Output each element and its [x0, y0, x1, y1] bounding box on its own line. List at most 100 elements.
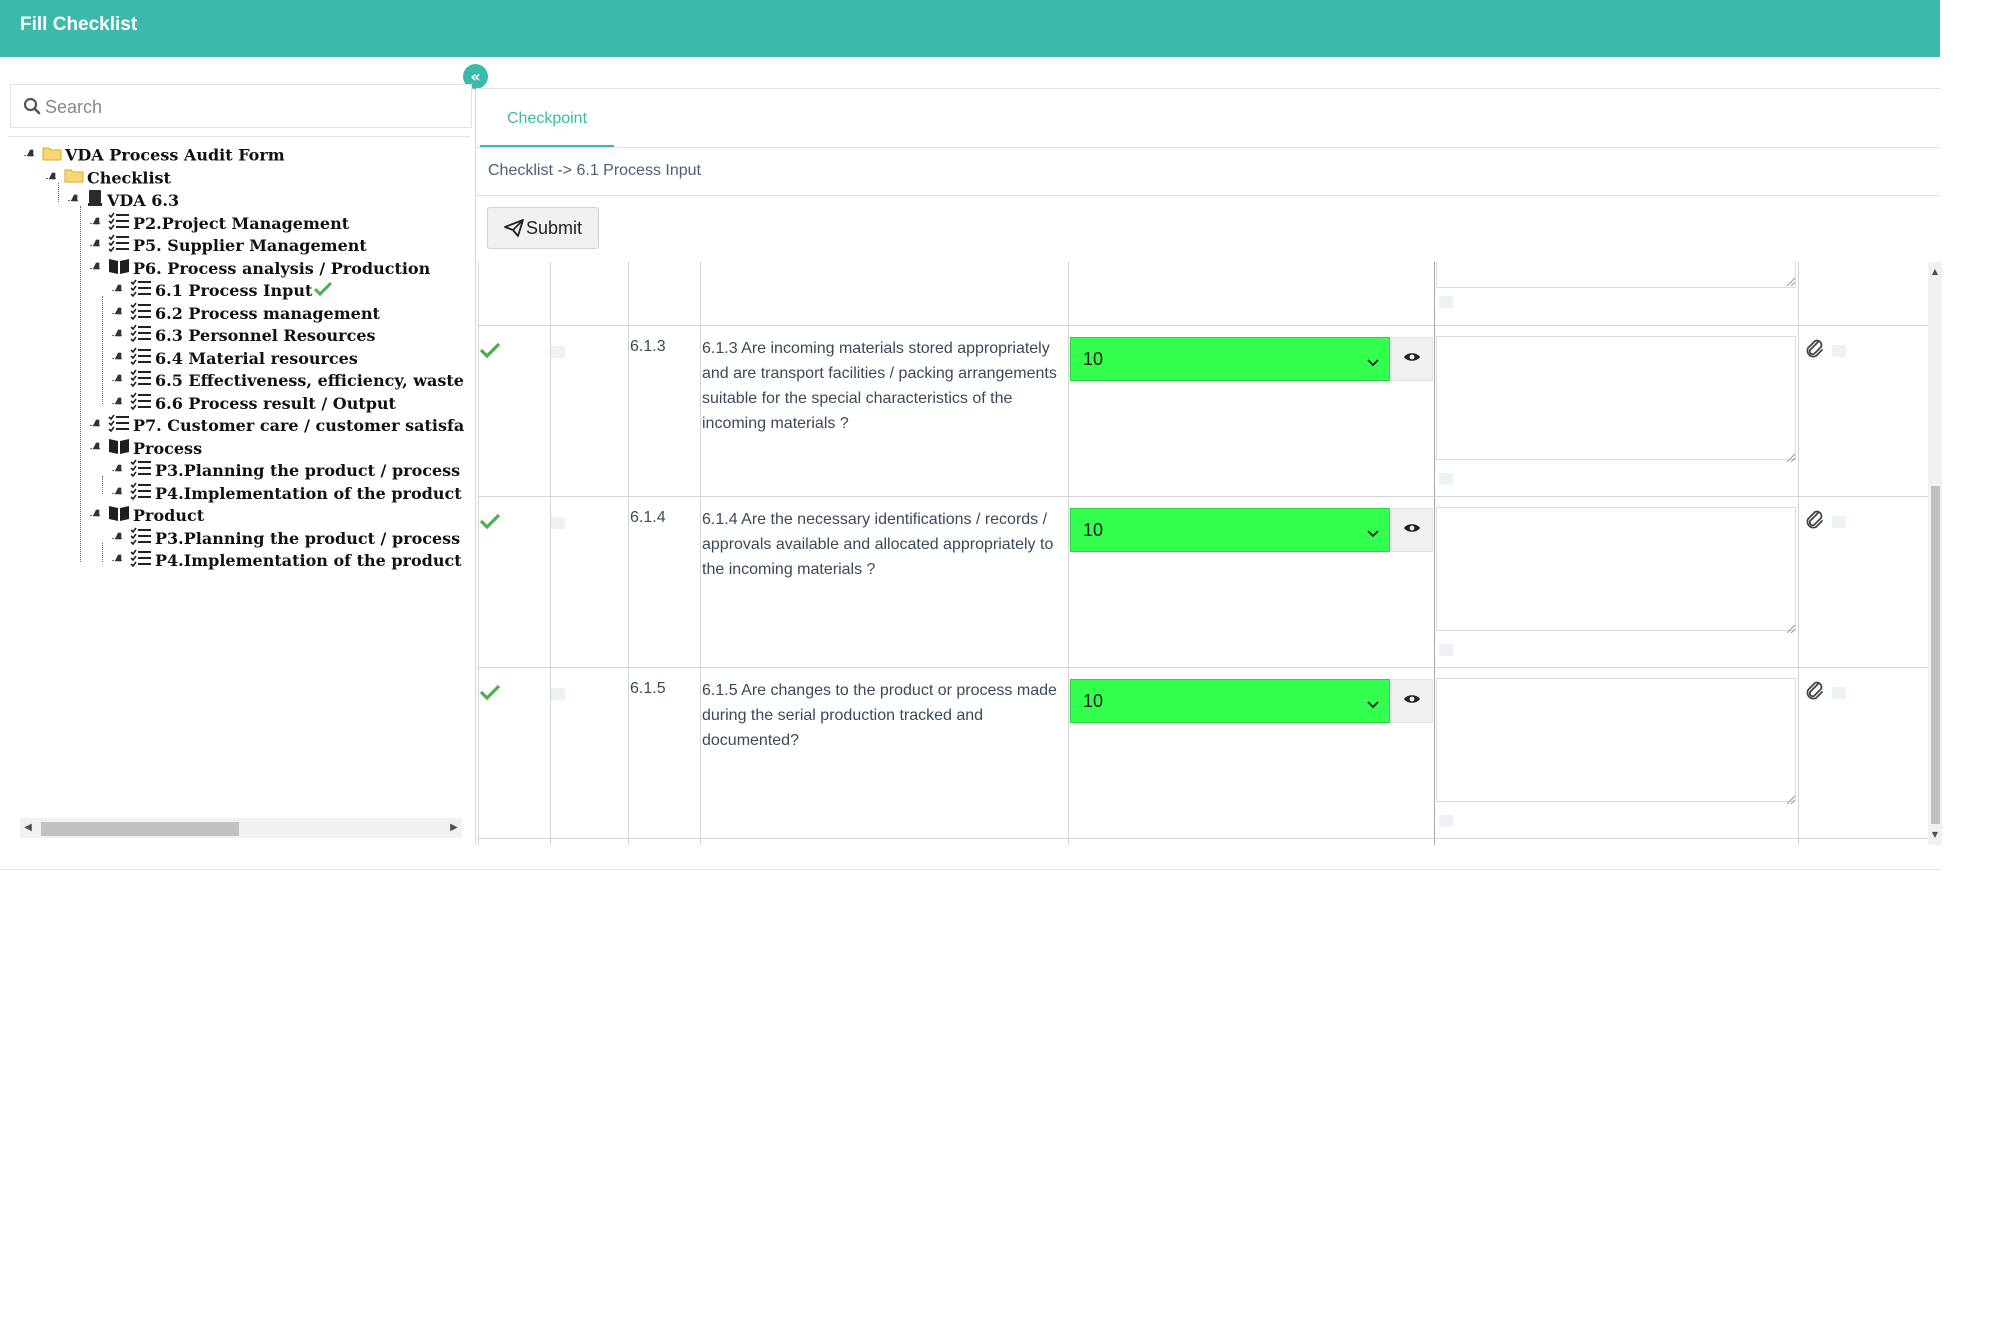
tree-item-p5-supplier-management[interactable]: P5. Supplier Management [108, 234, 367, 256]
resize-grip-icon[interactable] [1785, 620, 1796, 638]
tree-item-6-5-effectiveness-efficiency-waste[interactable]: 6.5 Effectiveness, efficiency, waste [130, 369, 464, 391]
divider [8, 136, 470, 137]
tree-item-p2-project-management[interactable]: P2.Project Management [108, 212, 349, 234]
tree-toggle-icon[interactable] [114, 487, 122, 494]
tree-search [10, 84, 472, 128]
tree-item-checklist[interactable]: Checklist [64, 167, 171, 189]
tree-toggle-icon[interactable] [92, 419, 100, 427]
tree-toggle-icon[interactable] [114, 464, 122, 472]
checklist-icon [130, 324, 152, 348]
sidebar-divider [475, 89, 476, 845]
paperclip-icon[interactable] [1804, 509, 1826, 536]
table-vertical-scrollbar[interactable]: ▲ ▼ [1928, 262, 1942, 845]
scrollbar-thumb[interactable] [41, 822, 239, 836]
tree-toggle-icon[interactable] [92, 262, 100, 269]
resize-grip-icon[interactable] [1785, 449, 1796, 467]
scroll-up-icon[interactable]: ▲ [1928, 266, 1942, 278]
tree-item-label: VDA Process Audit Form [65, 145, 285, 165]
tree-item-label: P3.Planning the product / process [155, 528, 461, 548]
tree-toggle-icon[interactable] [92, 442, 100, 449]
divider [476, 147, 1940, 148]
tree-item-6-3-personnel-resources[interactable]: 6.3 Personnel Resources [130, 324, 376, 346]
tree-item-product[interactable]: Product [108, 504, 204, 526]
status-indicator [551, 346, 565, 358]
tree-item-label: P6. Process analysis / Production [133, 258, 431, 278]
tree-toggle-icon[interactable] [26, 149, 34, 157]
open-book-icon [108, 504, 130, 528]
tree-item-label: Checklist [87, 168, 171, 187]
tree-toggle-icon[interactable] [114, 329, 122, 337]
checkpoint-code: 6.1.3 [630, 338, 666, 355]
paperclip-icon[interactable] [1804, 680, 1826, 707]
tree-item-label: 6.1 Process Input [155, 281, 313, 300]
attachment-indicator [1832, 687, 1846, 699]
tree-toggle-icon[interactable] [114, 397, 122, 404]
tab-checkpoint[interactable]: Checkpoint [480, 93, 614, 147]
view-button[interactable] [1391, 337, 1433, 381]
paperclip-icon[interactable] [1804, 338, 1826, 365]
checklist-icon [130, 302, 152, 326]
tree-horizontal-scrollbar[interactable]: ◀ ▶ [20, 818, 462, 838]
remark-textarea[interactable] [1436, 507, 1796, 631]
tree-toggle-icon[interactable] [114, 554, 122, 562]
tree-item-label: VDA 6.3 [107, 191, 180, 210]
tree-toggle-icon[interactable] [48, 172, 56, 179]
resize-grip-icon[interactable] [1785, 791, 1796, 809]
tree-toggle-icon[interactable] [92, 239, 100, 247]
status-indicator [551, 688, 565, 700]
remark-textarea[interactable] [1436, 336, 1796, 460]
tree-item-6-2-process-management[interactable]: 6.2 Process management [130, 302, 380, 324]
checklist-icon [130, 347, 152, 371]
remark-textarea[interactable] [1436, 678, 1796, 802]
tree-toggle-icon[interactable] [114, 307, 122, 314]
tree-toggle-icon[interactable] [114, 532, 122, 539]
tree-item-6-6-process-result-output[interactable]: 6.6 Process result / Output [130, 392, 396, 414]
search-input[interactable] [43, 91, 467, 123]
scroll-down-icon[interactable]: ▼ [1928, 829, 1942, 841]
tree-toggle-icon[interactable] [92, 217, 100, 224]
tree-toggle-icon[interactable] [70, 194, 78, 202]
remark-textarea-partial[interactable] [1436, 262, 1796, 288]
score-select[interactable]: 10 [1070, 337, 1390, 381]
view-button[interactable] [1391, 679, 1433, 723]
tree-item-p7-customer-care-customer-satisfa[interactable]: P7. Customer care / customer satisfa [108, 414, 464, 436]
score-select[interactable]: 10 [1070, 679, 1390, 723]
tree-item-p4-implementation-of-the-product[interactable]: P4.Implementation of the product [130, 549, 462, 571]
checklist-icon [108, 414, 130, 438]
tree-item-label: Process [133, 438, 203, 458]
tree-item-p3-planning-the-product-process[interactable]: P3.Planning the product / process [130, 527, 460, 549]
eye-icon [1403, 350, 1421, 368]
scroll-left-icon[interactable]: ◀ [22, 821, 34, 835]
divider [0, 869, 1940, 870]
tree-item-vda-6-3[interactable]: VDA 6.3 [86, 189, 179, 211]
table-row [478, 262, 1928, 326]
tree-item-p4-implementation-of-the-product[interactable]: P4.Implementation of the product [130, 482, 462, 504]
scrollbar-thumb[interactable] [1931, 486, 1940, 824]
tree-item-label: P4.Implementation of the product [155, 483, 462, 503]
tree-item-vda-process-audit-form[interactable]: VDA Process Audit Form [42, 144, 285, 166]
attachment-indicator [1832, 516, 1846, 528]
checklist-icon [130, 527, 152, 551]
chevron-down-icon [1367, 352, 1379, 373]
checkpoint-code: 6.1.5 [630, 680, 666, 697]
tree-item-p6-process-analysis-production[interactable]: P6. Process analysis / Production [108, 257, 430, 279]
tree-item-label: P4.Implementation of the product [155, 551, 462, 570]
divider [476, 88, 1940, 89]
remark-indicator [1439, 815, 1453, 827]
tree-toggle-icon[interactable] [114, 352, 122, 359]
tree-toggle-icon[interactable] [114, 284, 122, 292]
tree-item-6-4-material-resources[interactable]: 6.4 Material resources [130, 347, 358, 369]
tree-item-label: 6.3 Personnel Resources [155, 326, 376, 345]
tree-item-6-1-process-input[interactable]: 6.1 Process Input [130, 279, 333, 301]
scroll-right-icon[interactable]: ▶ [448, 821, 460, 835]
tree-item-process[interactable]: Process [108, 437, 202, 459]
score-value: 10 [1083, 519, 1104, 540]
tree-toggle-icon[interactable] [114, 374, 122, 382]
tree-item-p3-planning-the-product-process[interactable]: P3.Planning the product / process [130, 459, 460, 481]
tree-toggle-icon[interactable] [92, 509, 100, 517]
chevron-down-icon [1367, 523, 1379, 544]
view-button[interactable] [1391, 508, 1433, 552]
score-value: 10 [1083, 690, 1104, 711]
submit-button[interactable]: Submit [487, 207, 599, 249]
score-select[interactable]: 10 [1070, 508, 1390, 552]
